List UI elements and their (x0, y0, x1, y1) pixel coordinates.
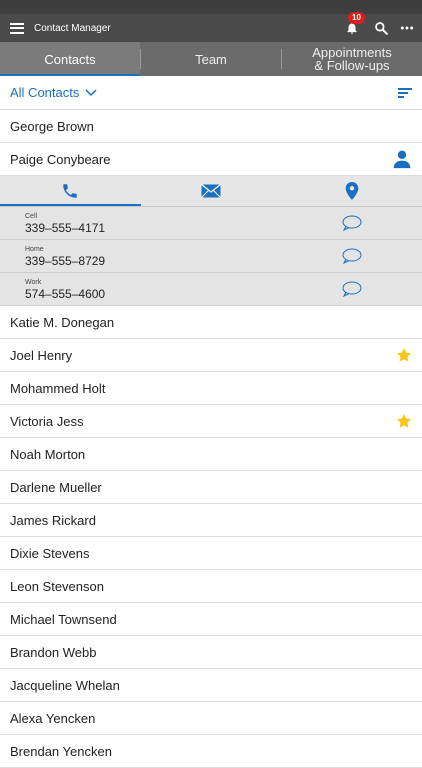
app-bar: Contact Manager 10 (0, 12, 422, 42)
map-action[interactable] (281, 176, 422, 206)
star-icon[interactable] (396, 347, 412, 363)
tab-bar: Contacts Team Appointments & Follow-ups (0, 42, 422, 76)
sort-icon[interactable] (398, 87, 412, 99)
contact-name: Darlene Mueller (10, 479, 102, 495)
list-item[interactable]: James Rickard (0, 504, 422, 537)
location-icon (345, 182, 358, 200)
contact-name: Michael Townsend (10, 611, 117, 627)
contact-name: Mohammed Holt (10, 380, 106, 396)
sms-icon[interactable] (342, 281, 362, 297)
list-item[interactable]: Dixie Stevens (0, 537, 422, 570)
tab-contacts[interactable]: Contacts (0, 42, 140, 76)
list-item[interactable]: Darlene Mueller (0, 471, 422, 504)
contact-name: Brandon Webb (10, 644, 97, 660)
phone-type-label: Cell (25, 212, 38, 220)
phone-number-row[interactable]: Home 339–555–8729 (0, 240, 422, 273)
contact-name: Brendan Yencken (10, 743, 112, 759)
app-title: Contact Manager (34, 22, 111, 34)
search-icon[interactable] (374, 21, 388, 35)
phone-icon (63, 184, 78, 198)
phone-type-label: Work (25, 278, 42, 286)
list-item[interactable]: Noah Morton (0, 438, 422, 471)
contact-name: Noah Morton (10, 446, 86, 462)
contact-name: Joel Henry (10, 347, 73, 363)
contact-name: Paige Conybeare (10, 151, 111, 167)
phone-number[interactable]: 339–555–4171 (25, 221, 105, 235)
list-item[interactable]: George Brown (0, 110, 422, 143)
list-item[interactable]: Alexa Yencken (0, 702, 422, 735)
more-icon[interactable] (400, 21, 414, 35)
contact-name: George Brown (10, 118, 94, 134)
phone-type-label: Home (25, 245, 44, 253)
contact-name: Jacqueline Whelan (10, 677, 120, 693)
list-item[interactable]: Leon Stevenson (0, 570, 422, 603)
contact-name: James Rickard (10, 512, 96, 528)
email-action[interactable] (141, 176, 282, 206)
contact-name: Leon Stevenson (10, 578, 104, 594)
list-item[interactable]: Jacqueline Whelan (0, 669, 422, 702)
contact-name: Alexa Yencken (10, 710, 96, 726)
contact-name: Dixie Stevens (10, 545, 90, 561)
filter-row: All Contacts (0, 76, 422, 110)
chevron-down-icon (85, 88, 97, 96)
filter-label: All Contacts (10, 85, 80, 100)
all-contacts-dropdown[interactable]: All Contacts (10, 85, 97, 100)
sms-icon[interactable] (342, 215, 362, 231)
tab-team[interactable]: Team (141, 42, 281, 76)
list-item[interactable]: Michael Townsend (0, 603, 422, 636)
contact-name: Victoria Jess (10, 413, 84, 429)
phone-number-row[interactable]: Work 574–555–4600 (0, 273, 422, 306)
contact-name: Katie M. Donegan (10, 314, 115, 330)
list-item-expanded[interactable]: Paige Conybeare (0, 143, 422, 176)
contact-list: Katie M. Donegan Joel Henry Mohammed Holt V… (0, 306, 422, 768)
notifications-button[interactable]: 10 (342, 12, 365, 38)
phone-number-row[interactable]: Cell 339–555–4171 (0, 207, 422, 240)
list-item[interactable]: Katie M. Donegan (0, 306, 422, 339)
phone-number[interactable]: 339–555–8729 (25, 254, 105, 268)
person-icon[interactable] (392, 149, 412, 169)
mail-icon (201, 184, 221, 198)
tab-appointments[interactable]: Appointments & Follow-ups (282, 42, 422, 76)
menu-icon[interactable] (10, 22, 24, 34)
list-item[interactable]: Mohammed Holt (0, 372, 422, 405)
notification-badge: 10 (348, 12, 365, 24)
list-item[interactable]: Joel Henry (0, 339, 422, 372)
contact-action-bar (0, 176, 422, 207)
call-action[interactable] (0, 176, 141, 206)
phone-number[interactable]: 574–555–4600 (25, 287, 105, 301)
list-item[interactable]: Victoria Jess (0, 405, 422, 438)
sms-icon[interactable] (342, 248, 362, 264)
star-icon[interactable] (396, 413, 412, 429)
list-item[interactable]: Brandon Webb (0, 636, 422, 669)
list-item[interactable]: Brendan Yencken (0, 735, 422, 768)
